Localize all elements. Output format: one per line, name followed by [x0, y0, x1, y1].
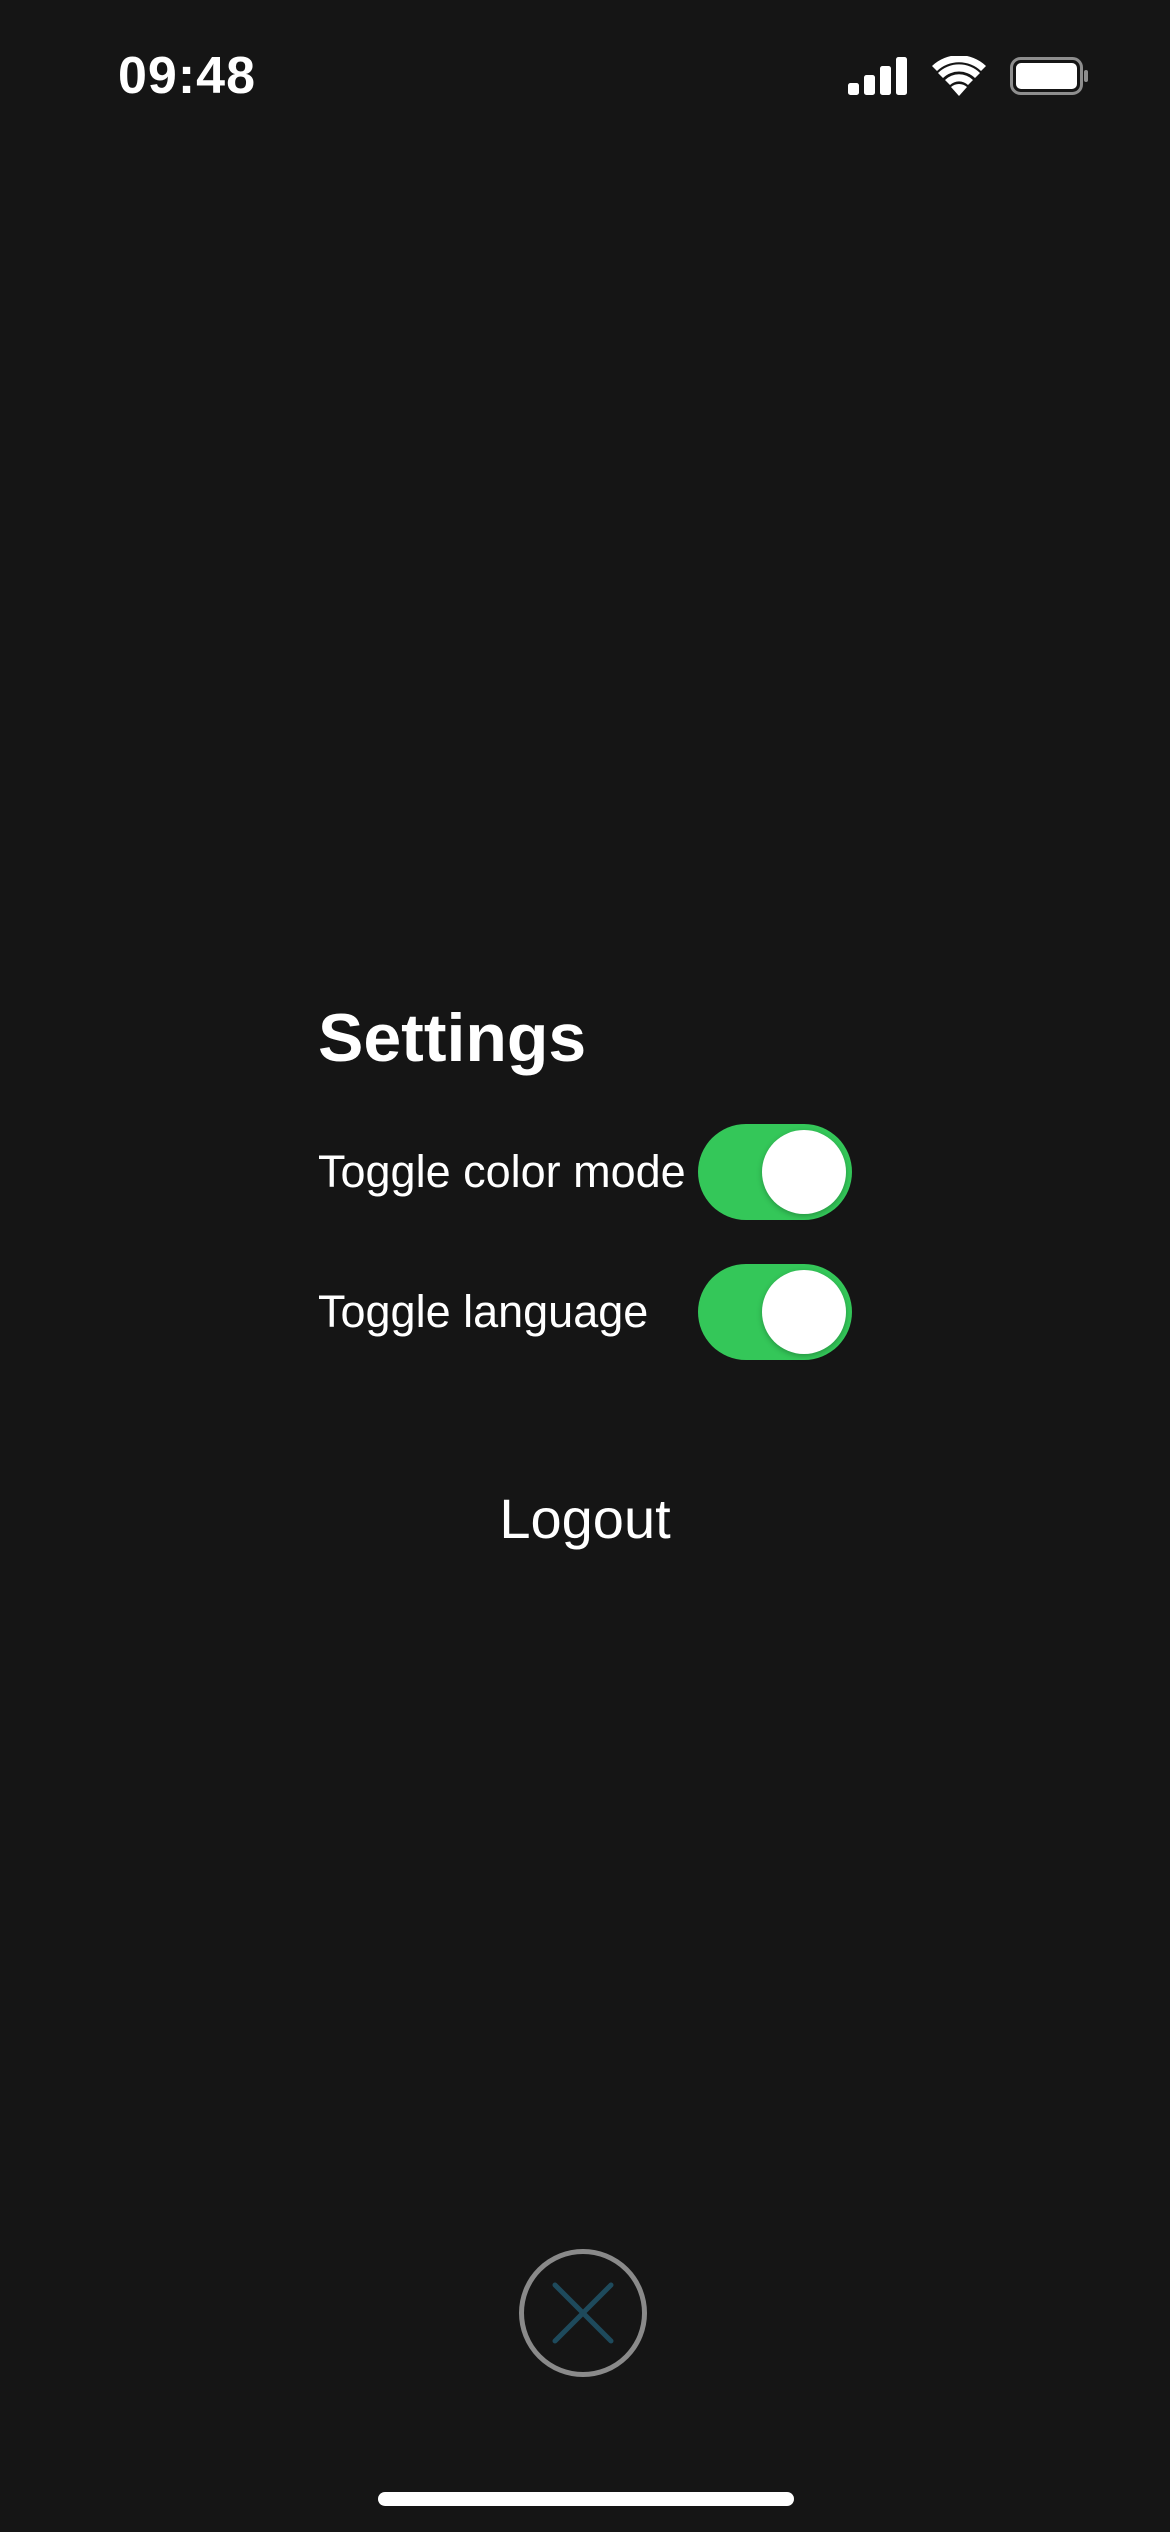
battery-icon — [1010, 57, 1088, 95]
wifi-icon — [932, 56, 986, 96]
page-title: Settings — [318, 1000, 587, 1076]
setting-row-language: Toggle language — [318, 1264, 852, 1360]
setting-label-color-mode: Toggle color mode — [318, 1146, 686, 1197]
close-icon — [552, 2282, 614, 2344]
status-icons — [848, 56, 1090, 96]
cellular-signal-icon — [848, 57, 907, 95]
toggle-knob — [762, 1130, 846, 1214]
setting-row-color-mode: Toggle color mode — [318, 1124, 852, 1220]
toggle-knob — [762, 1270, 846, 1354]
setting-label-language: Toggle language — [318, 1286, 649, 1337]
status-time: 09:48 — [118, 47, 256, 105]
language-toggle[interactable] — [698, 1264, 852, 1360]
color-mode-toggle[interactable] — [698, 1124, 852, 1220]
close-button[interactable] — [519, 2249, 647, 2377]
logout-button[interactable]: Logout — [0, 1484, 1170, 1554]
home-indicator — [378, 2492, 794, 2506]
settings-screen: 09:48 Settings Toggle color mode Toggle … — [0, 0, 1170, 2532]
